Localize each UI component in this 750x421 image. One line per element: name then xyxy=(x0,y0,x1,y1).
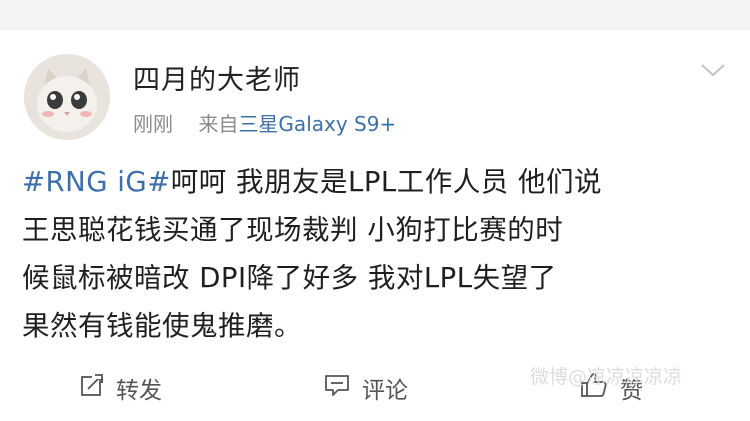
post-meta: 刚刚 来自三星Galaxy S9+ xyxy=(133,108,396,137)
post-text: #RNG iG#呵呵 我朋友是LPL工作人员 他们说 王思聪花钱买通了现场裁判 … xyxy=(22,158,722,350)
repost-icon xyxy=(80,373,116,403)
post-line-3: 候鼠标被暗改 DPI降了好多 我对LPL失望了 xyxy=(22,262,557,294)
repost-label: 转发 xyxy=(116,378,162,404)
repost-button[interactable]: 转发 xyxy=(80,370,162,406)
avatar[interactable] xyxy=(24,54,110,140)
username[interactable]: 四月的大老师 xyxy=(133,58,301,97)
post-line-4: 果然有钱能使鬼推磨。 xyxy=(22,310,302,342)
post-line-1-text: 呵呵 我朋友是LPL工作人员 他们说 xyxy=(170,166,602,198)
comment-label: 评论 xyxy=(362,378,408,404)
comment-icon xyxy=(324,373,362,403)
post-line-1: #RNG iG#呵呵 我朋友是LPL工作人员 他们说 xyxy=(22,158,722,206)
watermark: 微博@凉凉凉凉凉 xyxy=(530,366,683,388)
device-link[interactable]: 三星Galaxy S9+ xyxy=(238,112,396,136)
source-prefix: 来自 xyxy=(198,112,239,136)
post-line-2: 王思聪花钱买通了现场裁判 小狗打比赛的时 xyxy=(22,214,564,246)
chevron-down-icon[interactable] xyxy=(700,62,726,78)
comment-button[interactable]: 评论 xyxy=(324,370,408,406)
post-time: 刚刚 xyxy=(133,112,173,136)
hashtag-link[interactable]: #RNG iG# xyxy=(22,166,171,198)
